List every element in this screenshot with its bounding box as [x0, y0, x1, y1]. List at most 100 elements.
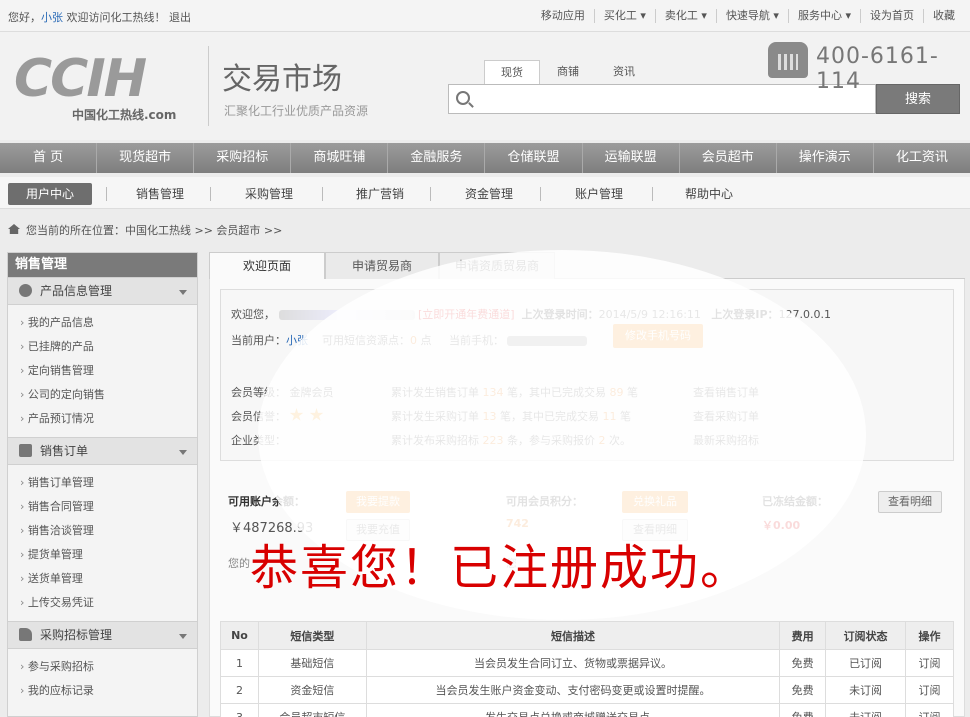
- sidebar-list-tender: 参与采购招标 我的应标记录: [8, 649, 197, 709]
- cell-status: 已订阅: [825, 649, 907, 677]
- tab-apply-qualified-trader[interactable]: 申请资质贸易商: [439, 252, 555, 279]
- favorite-link[interactable]: 收藏: [923, 9, 964, 23]
- registration-success-message: 恭喜您！已注册成功。: [250, 540, 751, 596]
- subscribe-button[interactable]: 订阅: [905, 649, 954, 677]
- tender-text-a: 累计发布采购招标: [391, 434, 479, 447]
- latest-tenders-link[interactable]: 最新采购招标: [693, 432, 759, 448]
- ccih-logo[interactable]: CCIH 中国化工热线.com: [14, 52, 199, 132]
- sell-chem-menu[interactable]: 卖化工 ▾: [654, 9, 716, 23]
- search-tab-news[interactable]: 资讯: [596, 60, 652, 84]
- breadcrumb: 您当前的所在位置：中国化工热线 >> 会员超市 >>: [8, 222, 282, 238]
- site-header: CCIH 中国化工热线.com 交易市场 汇聚化工行业优质产品资源 现货 商铺 …: [0, 32, 970, 140]
- sidebar-item-product-reservations[interactable]: 产品预订情况: [20, 407, 197, 431]
- tab-welcome[interactable]: 欢迎页面: [209, 252, 325, 280]
- logo-text: CCIH: [14, 49, 147, 109]
- cell-status: 未订阅: [825, 676, 907, 704]
- col-action: 操作: [905, 621, 954, 650]
- purchase-count: 13: [482, 410, 497, 423]
- table-row: 2 资金短信 当会员发生账户资金变动、支付密码变更或设置时提醒。 免费 未订阅 …: [220, 676, 954, 704]
- nav-home[interactable]: 首 页: [0, 143, 98, 173]
- search-tabs: 现货 商铺 资讯: [484, 60, 652, 84]
- nav-spot-market[interactable]: 现货超市: [97, 143, 195, 173]
- sidebar-item-targeted-sales[interactable]: 定向销售管理: [20, 359, 197, 383]
- search-tab-shops[interactable]: 商铺: [540, 60, 596, 84]
- redeem-gift-button[interactable]: 兑换礼品: [622, 491, 688, 513]
- subnav-purchase[interactable]: 采购管理: [245, 183, 293, 205]
- nav-finance[interactable]: 金融服务: [388, 143, 486, 173]
- edit-icon: [19, 444, 32, 457]
- sidebar: 销售管理 产品信息管理 我的产品信息 已挂牌的产品 定向销售管理 公司的定向销售…: [7, 252, 198, 717]
- subscribe-button[interactable]: 订阅: [905, 703, 954, 717]
- sidebar-item-contract-management[interactable]: 销售合同管理: [20, 495, 197, 519]
- last-ip: 127.0.0.1: [778, 308, 832, 321]
- sidebar-item-negotiation-management[interactable]: 销售洽谈管理: [20, 519, 197, 543]
- sidebar-group-sales-orders[interactable]: 销售订单: [8, 437, 197, 465]
- col-fee: 费用: [779, 621, 827, 650]
- subnav-account[interactable]: 账户管理: [575, 183, 623, 205]
- view-purchase-orders-link[interactable]: 查看采购订单: [693, 408, 759, 424]
- sidebar-item-pickup-orders[interactable]: 提货单管理: [20, 543, 197, 567]
- table-row: 3 会员超市短信 发生交易点兑换或商城赠送交易点。 免费 未订阅 订阅: [220, 703, 954, 717]
- subnav-marketing[interactable]: 推广营销: [356, 183, 404, 205]
- quick-nav-menu[interactable]: 快速导航 ▾: [715, 9, 788, 23]
- sales-text-c: 笔: [627, 386, 638, 399]
- tender-count: 223: [482, 434, 504, 447]
- frozen-detail-button[interactable]: 查看明细: [878, 491, 942, 513]
- subnav-sales[interactable]: 销售管理: [136, 183, 184, 205]
- withdraw-button[interactable]: 我要提款: [346, 491, 410, 513]
- nav-member-market[interactable]: 会员超市: [680, 143, 777, 173]
- subscribe-button[interactable]: 订阅: [905, 676, 954, 704]
- tender-quotes: 2: [598, 434, 606, 447]
- sidebar-item-upload-voucher[interactable]: 上传交易凭证: [20, 591, 197, 615]
- username-link[interactable]: 小张: [41, 11, 63, 24]
- tab-apply-trader[interactable]: 申请贸易商: [325, 252, 439, 279]
- cell-desc: 当会员发生合同订立、货物或票据异议。: [365, 649, 781, 677]
- sales-done: 89: [609, 386, 624, 399]
- home-icon[interactable]: [8, 224, 20, 234]
- nav-mall-shops[interactable]: 商城旺铺: [291, 143, 389, 173]
- sidebar-item-my-bids[interactable]: 我的应标记录: [20, 679, 197, 703]
- subnav-help[interactable]: 帮助中心: [685, 183, 733, 205]
- cell-no: 2: [220, 676, 259, 704]
- set-homepage-link[interactable]: 设为首页: [860, 9, 923, 23]
- sidebar-item-my-products[interactable]: 我的产品信息: [20, 311, 197, 335]
- subnav-funds[interactable]: 资金管理: [465, 183, 513, 205]
- top-links: 移动应用 买化工 ▾ 卖化工 ▾ 快速导航 ▾ 服务中心 ▾ 设为首页 收藏: [532, 9, 964, 23]
- nav-chem-news[interactable]: 化工资讯: [874, 143, 970, 173]
- logout-link[interactable]: 退出: [169, 11, 191, 24]
- vip-channel-link[interactable]: [立即开通年费通道]: [418, 308, 515, 321]
- search-tab-spot[interactable]: 现货: [484, 60, 540, 84]
- company-type-label: 企业类型：: [231, 434, 286, 447]
- change-phone-button[interactable]: 修改手机号码: [613, 324, 703, 348]
- search-icon: [456, 91, 470, 105]
- buy-chem-menu[interactable]: 买化工 ▾: [593, 9, 655, 23]
- nav-procurement[interactable]: 采购招标: [194, 143, 292, 173]
- service-center-menu[interactable]: 服务中心 ▾: [787, 9, 860, 23]
- sidebar-group-product-info[interactable]: 产品信息管理: [8, 277, 197, 305]
- welcome-panel: 欢迎您， [立即开通年费通道] 上次登录时间：2014/5/9 12:16:11…: [209, 279, 965, 717]
- credit-label: 会员信誉：: [231, 410, 286, 423]
- subnav-user-center[interactable]: 用户中心: [8, 183, 93, 205]
- cell-status: 未订阅: [825, 703, 907, 717]
- sms-points: 0: [410, 334, 417, 347]
- table-header-row: No 短信类型 短信描述 费用 订阅状态 操作: [220, 621, 954, 650]
- sidebar-list-sales-orders: 销售订单管理 销售合同管理 销售洽谈管理 提货单管理 送货单管理 上传交易凭证: [8, 465, 197, 621]
- welcome-text: 欢迎访问化工热线！: [66, 11, 166, 24]
- nav-demo[interactable]: 操作演示: [777, 143, 874, 173]
- sidebar-group-tender-management[interactable]: 采购招标管理: [8, 621, 197, 649]
- nav-transport[interactable]: 运输联盟: [583, 143, 680, 173]
- sidebar-item-company-targeted-sales[interactable]: 公司的定向销售: [20, 383, 197, 407]
- sidebar-item-order-management[interactable]: 销售订单管理: [20, 471, 197, 495]
- view-sales-orders-link[interactable]: 查看销售订单: [693, 384, 759, 400]
- site-subtitle: 汇聚化工行业优质产品资源: [224, 104, 369, 118]
- sidebar-item-delivery-orders[interactable]: 送货单管理: [20, 567, 197, 591]
- balance-label: 可用账户余额：: [228, 495, 305, 508]
- cell-type: 会员超市短信: [257, 703, 367, 717]
- sidebar-item-listed-products[interactable]: 已挂牌的产品: [20, 335, 197, 359]
- nav-warehouse[interactable]: 仓储联盟: [485, 143, 583, 173]
- sidebar-item-join-tender[interactable]: 参与采购招标: [20, 655, 197, 679]
- star-icon: [309, 408, 324, 421]
- search-input[interactable]: [477, 89, 867, 109]
- breadcrumb-text: 您当前的所在位置：中国化工热线 >> 会员超市 >>: [26, 224, 283, 237]
- mobile-app-link[interactable]: 移动应用: [532, 9, 594, 23]
